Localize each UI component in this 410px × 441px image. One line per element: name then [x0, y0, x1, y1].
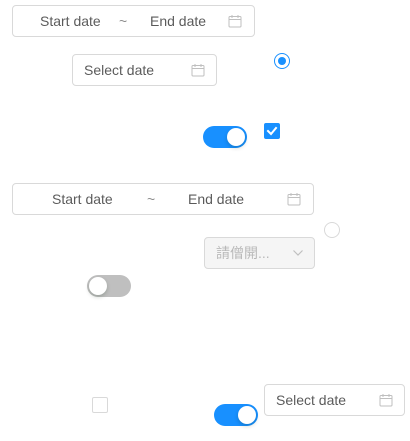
checkbox[interactable]	[264, 123, 280, 139]
toggle-switch[interactable]	[203, 126, 247, 148]
range-picker[interactable]: Start date ~ End date	[12, 5, 255, 37]
toggle-switch[interactable]	[214, 404, 258, 426]
range-picker[interactable]: Start date ~ End date	[12, 183, 314, 215]
radio-dot	[278, 57, 286, 65]
range-end-input[interactable]: End date	[150, 6, 206, 36]
calendar-icon	[228, 15, 242, 28]
chevron-down-icon	[293, 250, 303, 256]
select-dropdown[interactable]: 請僧開...	[204, 237, 315, 269]
range-end-input[interactable]: End date	[188, 184, 244, 214]
switch-handle	[238, 406, 256, 424]
switch-handle	[89, 277, 107, 295]
date-picker[interactable]: Select date	[264, 384, 405, 416]
calendar-icon	[379, 394, 393, 407]
date-picker[interactable]: Select date	[72, 54, 217, 86]
switch-handle	[227, 128, 245, 146]
range-start-input[interactable]: Start date	[40, 6, 101, 36]
checkbox[interactable]	[92, 397, 108, 413]
select-placeholder: 請僧開...	[216, 245, 270, 261]
check-icon	[266, 126, 278, 136]
date-input[interactable]: Select date	[276, 385, 346, 415]
range-separator: ~	[119, 13, 128, 29]
toggle-switch[interactable]	[87, 275, 131, 297]
date-input[interactable]: Select date	[84, 55, 154, 85]
range-separator: ~	[147, 191, 156, 207]
radio-button[interactable]	[324, 222, 340, 238]
range-start-input[interactable]: Start date	[52, 184, 113, 214]
radio-button[interactable]	[274, 53, 290, 69]
calendar-icon	[191, 64, 205, 77]
calendar-icon	[287, 193, 301, 206]
